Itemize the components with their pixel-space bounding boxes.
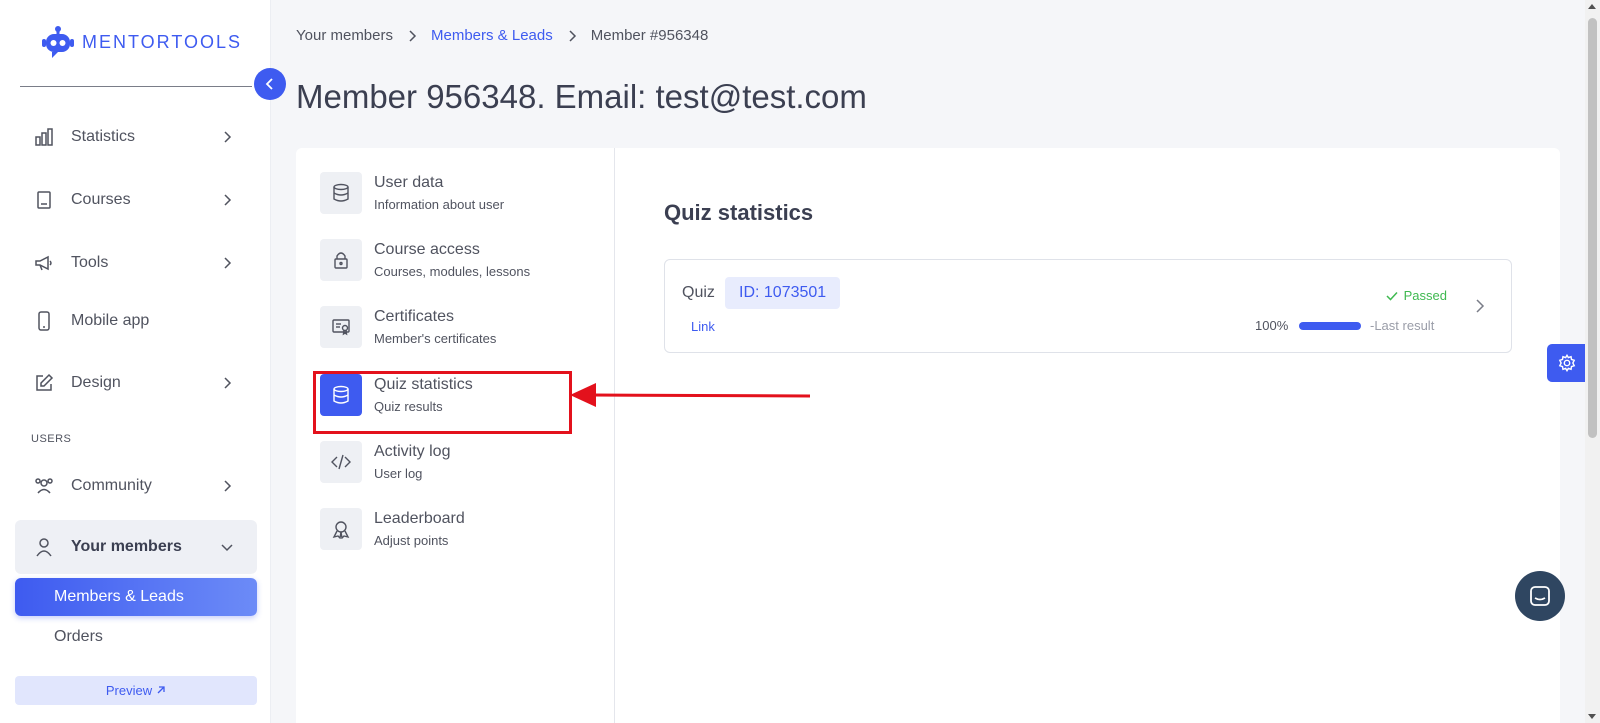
sidebar-item-courses[interactable]: Courses xyxy=(15,176,257,224)
chevron-down-icon xyxy=(219,539,235,555)
sidebar-item-community[interactable]: Community xyxy=(15,462,257,510)
preview-label: Preview xyxy=(105,683,153,698)
logo[interactable]: MENTORTOOLS xyxy=(40,24,242,60)
sidebar-item-your-members[interactable]: Your members xyxy=(15,520,257,574)
logo-text: MENTORTOOLS xyxy=(82,31,243,52)
page-title: Member 956348. Email: test@test.com xyxy=(296,78,867,115)
sidebar-subitem-members-leads[interactable]: Members & Leads xyxy=(15,578,257,616)
menu-item-title: User data xyxy=(374,174,444,191)
menu-item-subtitle: Member's certificates xyxy=(374,331,497,346)
menu-item-title: Certificates xyxy=(374,308,455,325)
external-link-icon xyxy=(156,683,166,698)
sidebar-item-label: Statistics xyxy=(71,128,136,145)
collapse-sidebar-button[interactable] xyxy=(254,68,286,100)
phone-icon xyxy=(33,310,55,332)
menu-item-leaderboard[interactable]: Leaderboard Adjust points xyxy=(320,508,465,550)
chevron-right-icon xyxy=(219,255,235,271)
menu-item-subtitle: Information about user xyxy=(374,197,505,212)
menu-item-subtitle: Courses, modules, lessons xyxy=(374,264,531,279)
settings-tab-button[interactable] xyxy=(1547,344,1587,382)
menu-item-subtitle: Adjust points xyxy=(374,533,449,548)
chevron-right-icon xyxy=(567,29,577,43)
code-icon xyxy=(320,441,362,483)
breadcrumb-members-leads[interactable]: Members & Leads xyxy=(431,27,553,44)
scroll-up-arrow-icon[interactable] xyxy=(1588,4,1596,9)
chevron-right-icon xyxy=(219,375,235,391)
sidebar-item-label: Mobile app xyxy=(71,312,150,329)
scrollbar[interactable] xyxy=(1585,0,1600,723)
breadcrumb-current-member: Member #956348 xyxy=(590,27,709,44)
quiz-result-row[interactable]: Quiz ID: 1073501 Link Passed 100% -Last … xyxy=(664,259,1512,353)
sidebar-item-label: Design xyxy=(71,374,121,391)
users-icon xyxy=(33,475,55,497)
chat-launcher-button[interactable] xyxy=(1515,571,1565,621)
gear-icon xyxy=(1558,354,1576,372)
quiz-id-badge: ID: 1073501 xyxy=(725,277,841,309)
preview-button[interactable]: Preview xyxy=(15,676,257,705)
check-icon xyxy=(1386,291,1398,301)
progress-bar xyxy=(1299,322,1361,330)
chevron-right-icon xyxy=(219,192,235,208)
breadcrumb-your-members[interactable]: Your members xyxy=(296,27,393,44)
chevron-right-icon xyxy=(219,129,235,145)
book-icon xyxy=(33,189,55,211)
user-icon xyxy=(33,536,55,558)
sidebar-item-mobile-app[interactable]: Mobile app xyxy=(15,297,257,345)
megaphone-icon xyxy=(33,252,55,274)
chevron-right-icon xyxy=(407,29,417,43)
progress-percent: 100% xyxy=(1255,318,1289,333)
quiz-label: Quiz xyxy=(682,284,715,301)
award-icon xyxy=(320,508,362,550)
sidebar-item-label: Your members xyxy=(71,538,182,555)
scrollbar-thumb[interactable] xyxy=(1588,18,1597,438)
chat-icon xyxy=(1530,586,1550,606)
menu-item-title: Activity log xyxy=(374,443,451,460)
sidebar-item-label: Tools xyxy=(71,254,109,271)
chevron-right-icon xyxy=(219,478,235,494)
menu-item-subtitle: User log xyxy=(374,466,423,481)
member-detail-card: User data Information about user Course a… xyxy=(296,148,1560,723)
menu-item-certificates[interactable]: Certificates Member's certificates xyxy=(320,306,496,348)
divider xyxy=(20,86,252,87)
sidebar-item-design[interactable]: Design xyxy=(15,359,257,407)
last-result-label: -Last result xyxy=(1370,318,1435,333)
divider xyxy=(614,148,615,723)
robot-logo-icon xyxy=(42,26,74,58)
status-badge: Passed xyxy=(1386,288,1447,303)
section-label-users: USERS xyxy=(31,433,72,445)
menu-item-user-data[interactable]: User data Information about user xyxy=(320,172,504,214)
sidebar-item-label: Courses xyxy=(71,191,131,208)
menu-item-course-access[interactable]: Course access Courses, modules, lessons xyxy=(320,239,530,281)
menu-item-title: Leaderboard xyxy=(374,510,465,527)
sidebar-item-tools[interactable]: Tools xyxy=(15,239,257,287)
quiz-link[interactable]: Link xyxy=(691,319,715,334)
sidebar-item-label: Community xyxy=(71,477,152,494)
certificate-icon xyxy=(320,306,362,348)
sidebar-subitem-orders[interactable]: Orders xyxy=(54,628,103,646)
sidebar-item-statistics[interactable]: Statistics xyxy=(15,113,257,161)
database-icon xyxy=(320,172,362,214)
chevron-right-icon[interactable] xyxy=(1475,298,1485,319)
breadcrumb: Your members Members & Leads Member #956… xyxy=(296,27,708,44)
sidebar: MENTORTOOLS Statistics Courses Tools Mob… xyxy=(0,0,271,723)
status-text: Passed xyxy=(1403,288,1447,303)
menu-item-title: Course access xyxy=(374,241,480,258)
chevron-left-icon xyxy=(265,78,273,90)
menu-item-activity-log[interactable]: Activity log User log xyxy=(320,441,450,483)
annotation-arrow xyxy=(570,383,811,407)
lock-icon xyxy=(320,239,362,281)
bar-chart-icon xyxy=(33,126,55,148)
pencil-icon xyxy=(33,372,55,394)
scroll-down-arrow-icon[interactable] xyxy=(1588,714,1596,719)
annotation-highlight-box xyxy=(313,371,572,434)
quiz-statistics-title: Quiz statistics xyxy=(664,200,814,225)
